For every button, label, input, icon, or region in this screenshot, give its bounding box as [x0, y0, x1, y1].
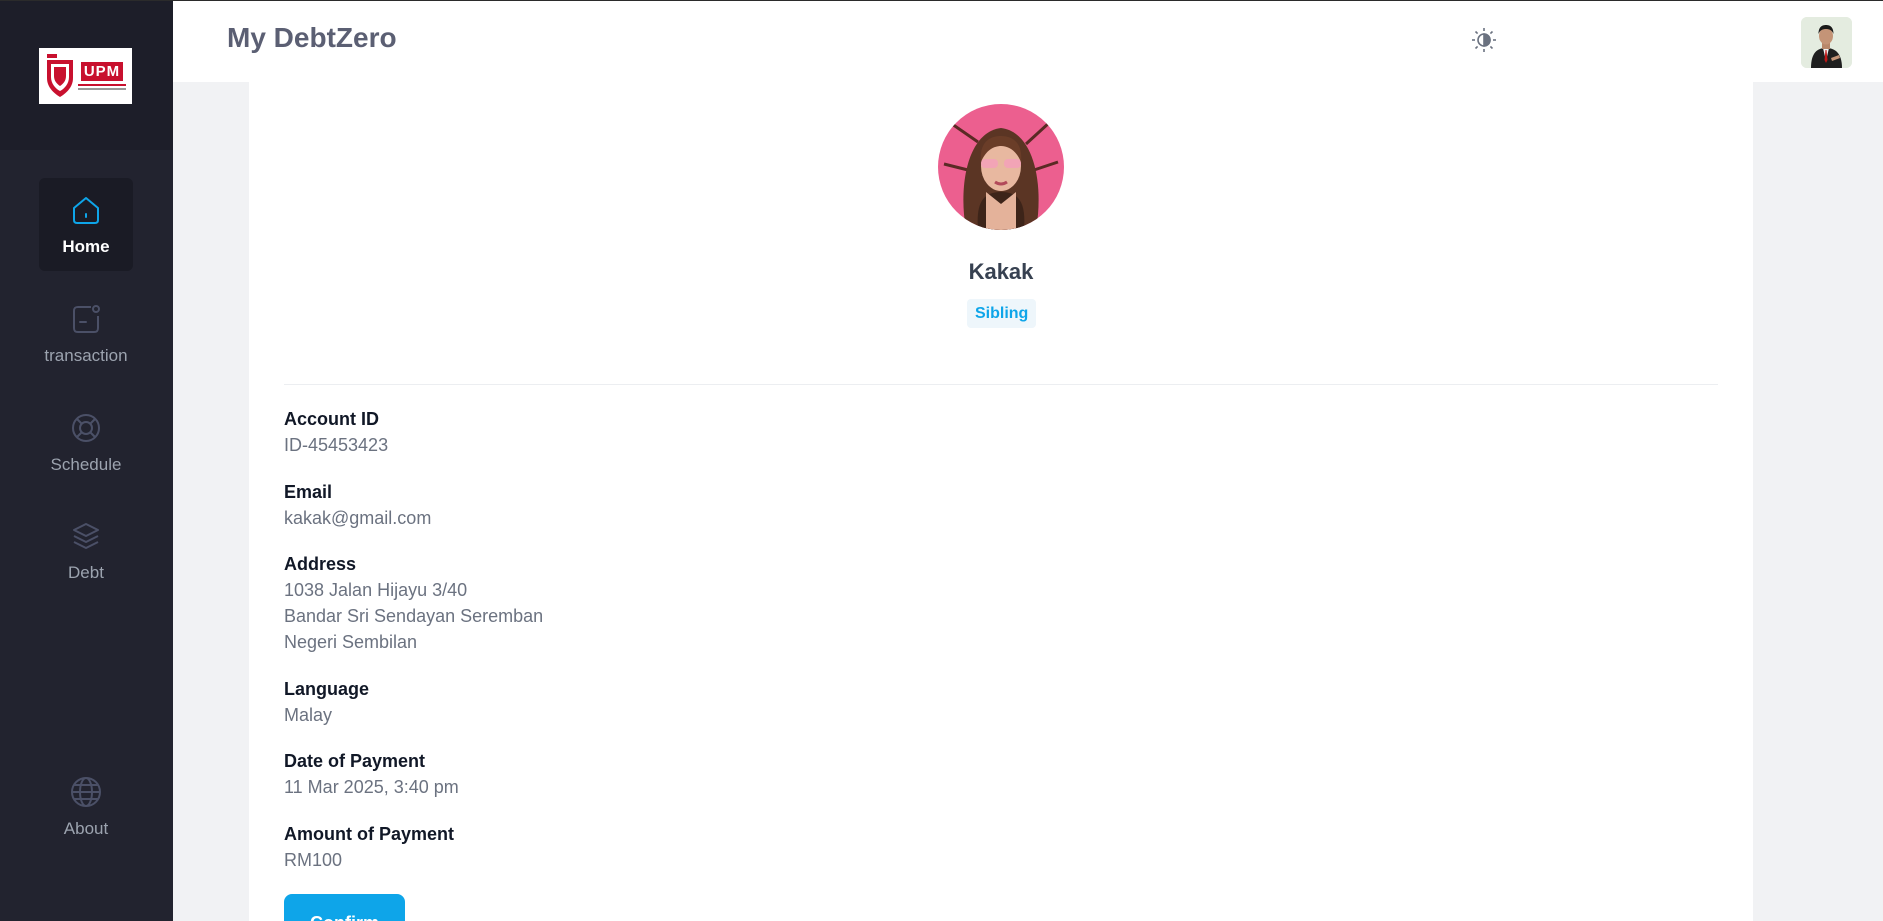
field-language: Language Malay: [284, 678, 369, 728]
relation-badge: Sibling: [967, 299, 1037, 328]
field-label: Email: [284, 482, 333, 502]
sidebar-item-debt[interactable]: Debt: [39, 504, 133, 597]
field-email: Email kakak@gmail.com: [284, 481, 431, 531]
theme-toggle-button[interactable]: [1470, 26, 1498, 54]
page-title: My DebtZero: [227, 22, 397, 53]
logo-text: UPM: [80, 62, 124, 81]
field-value: ID-45453423: [284, 435, 389, 455]
sidebar-item-label: Schedule: [50, 454, 122, 474]
logo-wordmark: UPM: [78, 62, 126, 90]
field-label: Account ID: [284, 409, 380, 429]
profile-name: Kakak: [968, 259, 1034, 284]
field-label: Date of Payment: [284, 751, 426, 771]
field-value: Malay: [284, 705, 333, 725]
upm-logo[interactable]: UPM: [39, 48, 132, 104]
field-label: Address: [284, 554, 357, 574]
field-address: Address 1038 Jalan Hijayu 3/40 Bandar Sr…: [284, 553, 543, 655]
window-top-border: [0, 0, 1883, 1]
sidebar-item-schedule[interactable]: Schedule: [39, 396, 133, 489]
home-icon: [73, 196, 99, 224]
field-amount-of-payment: Amount of Payment RM100: [284, 823, 454, 873]
sidebar-item-label: Debt: [68, 562, 104, 582]
transaction-icon: [73, 304, 100, 333]
confirm-button[interactable]: Confirm: [284, 894, 405, 921]
field-value-line-3: Negeri Sembilan: [284, 632, 418, 652]
layers-icon: [73, 522, 99, 549]
profile-photo: [938, 104, 1064, 230]
sidebar-item-label: transaction: [44, 345, 128, 365]
sidebar-item-label: Home: [62, 236, 110, 256]
sidebar-item-label: About: [63, 818, 109, 838]
field-date-of-payment: Date of Payment 11 Mar 2025, 3:40 pm: [284, 750, 459, 800]
field-label: Language: [284, 679, 370, 699]
field-value: kakak@gmail.com: [284, 508, 432, 528]
field-account-id: Account ID ID-45453423: [284, 408, 388, 458]
field-value-line-2: Bandar Sri Sendayan Seremban: [284, 606, 544, 626]
user-avatar[interactable]: [1801, 17, 1852, 68]
field-value: 11 Mar 2025, 3:40 pm: [284, 777, 459, 797]
sidebar-item-transaction[interactable]: transaction: [39, 287, 133, 380]
field-value-line-1: 1038 Jalan Hijayu 3/40: [284, 580, 468, 600]
divider: [284, 384, 1718, 385]
sidebar-item-about[interactable]: About: [39, 760, 133, 853]
lifebuoy-icon: [72, 413, 100, 442]
sidebar-item-home[interactable]: Home: [39, 178, 133, 271]
logo-area: UPM: [0, 0, 173, 150]
header: My DebtZero: [173, 0, 1883, 82]
profile-card: Kakak Sibling Account ID ID-45453423 Ema…: [249, 82, 1753, 921]
sun-icon: [1472, 28, 1496, 52]
field-label: Amount of Payment: [284, 824, 455, 844]
sidebar: UPM Home transaction Schedule Debt About: [0, 0, 173, 921]
field-value: RM100: [284, 850, 343, 870]
globe-icon: [71, 776, 101, 807]
shield-icon: [47, 54, 73, 97]
